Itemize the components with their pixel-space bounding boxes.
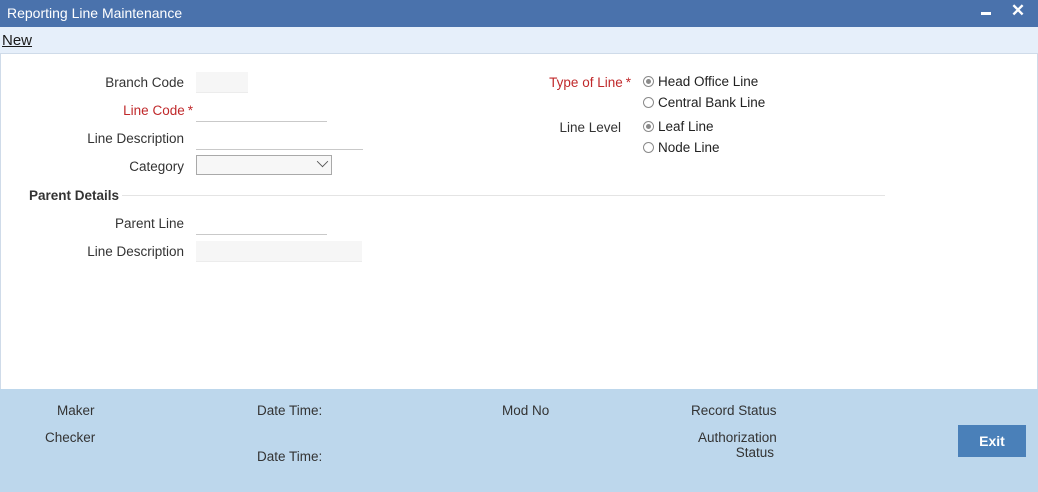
main-form: Branch Code Line Code * Line Description … [0, 54, 1038, 389]
radio-head-office-line[interactable]: Head Office Line [643, 74, 758, 89]
branch-code-field[interactable] [196, 72, 248, 93]
radio-node-line[interactable]: Node Line [643, 140, 720, 155]
chevron-down-icon [316, 155, 329, 168]
parent-line-description-label: Line Description [87, 244, 184, 259]
maker-date-time-label: Date Time: [257, 403, 323, 418]
category-label: Category [129, 159, 184, 174]
required-mark: * [625, 75, 631, 90]
radio-central-bank-line-label: Central Bank Line [658, 95, 766, 110]
parent-line-description-field[interactable] [196, 241, 362, 262]
line-code-label-text: Line Code [123, 103, 185, 118]
toolbar: New [0, 27, 1038, 54]
new-link[interactable]: New [2, 32, 32, 49]
radio-unchecked-icon[interactable] [643, 97, 654, 108]
line-description-field[interactable] [196, 129, 363, 150]
radio-checked-icon[interactable] [643, 121, 654, 132]
radio-unchecked-icon[interactable] [643, 142, 654, 153]
authorization-status-line1: Authorization [698, 430, 777, 445]
title-bar: Reporting Line Maintenance ✕ [0, 0, 1038, 27]
section-divider [122, 195, 885, 196]
parent-details-title: Parent Details [29, 188, 120, 203]
checker-label: Checker [45, 430, 96, 445]
authorization-status-line2: Status [735, 445, 774, 460]
checker-date-time-label: Date Time: [257, 449, 323, 464]
line-code-field[interactable] [196, 101, 327, 122]
parent-line-label: Parent Line [114, 216, 184, 231]
type-of-line-label-text: Type of Line [549, 75, 623, 90]
category-select[interactable] [196, 155, 332, 175]
radio-checked-icon[interactable] [643, 76, 654, 87]
record-status-label: Record Status [691, 403, 777, 418]
maker-label: Maker [57, 403, 95, 418]
line-description-label: Line Description [87, 131, 184, 146]
type-of-line-label: Type of Line * [501, 75, 631, 90]
exit-button[interactable]: Exit [958, 425, 1026, 457]
branch-code-label: Branch Code [105, 75, 184, 90]
window-title: Reporting Line Maintenance [7, 5, 183, 21]
close-icon[interactable]: ✕ [1010, 0, 1026, 22]
radio-node-line-label: Node Line [658, 140, 720, 155]
line-code-label: Line Code * [61, 103, 193, 118]
radio-leaf-line[interactable]: Leaf Line [643, 119, 714, 134]
required-mark: * [187, 103, 193, 118]
line-level-label: Line Level [559, 120, 621, 135]
radio-head-office-line-label: Head Office Line [658, 74, 759, 89]
radio-central-bank-line[interactable]: Central Bank Line [643, 95, 765, 110]
minimize-icon[interactable] [981, 12, 991, 15]
audit-footer: Maker Checker Date Time: Date Time: Mod … [0, 389, 1038, 492]
radio-leaf-line-label: Leaf Line [658, 119, 714, 134]
mod-no-label: Mod No [502, 403, 550, 418]
parent-line-field[interactable] [196, 214, 327, 235]
authorization-status-label: Authorization Status [698, 430, 777, 460]
